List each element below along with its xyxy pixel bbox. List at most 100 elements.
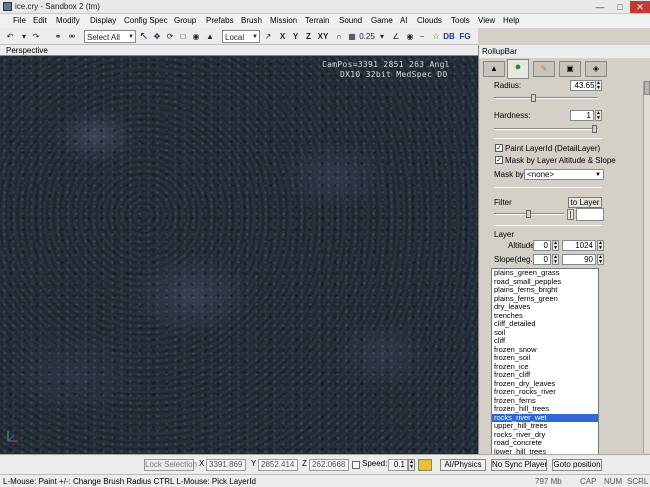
grid-size-value[interactable]: 0.25 [358,30,376,43]
tab-layers[interactable]: ◈ [585,61,607,77]
menu-prefabs[interactable]: Prefabs [206,16,234,25]
db-button[interactable]: DB [442,30,456,43]
menu-view[interactable]: View [478,16,495,25]
redo-icon[interactable]: ↷ [30,30,42,43]
coord-system-select[interactable]: Local ▼ [222,30,260,43]
chevron-down-icon: ▼ [128,34,134,40]
status-bar: Lock Selection X 3391.869 Y 2852.414 Z 2… [0,454,650,474]
menu-ai[interactable]: AI [400,16,408,25]
axis-x-button[interactable]: X [278,30,287,43]
menu-tools[interactable]: Tools [451,16,470,25]
speed-checkbox[interactable] [352,461,360,469]
filter-slider-knob[interactable] [526,210,531,218]
chevron-down-icon[interactable]: ▾ [376,30,388,43]
radius-slider[interactable] [494,94,598,102]
mask-altitude-checkbox[interactable]: ✓ [495,156,503,164]
tab-objects[interactable]: ▲ [483,61,505,77]
fg-button[interactable]: FG [458,30,472,43]
hardness-spinner[interactable]: ▲ ▼ [595,110,602,121]
axis-y-button[interactable]: Y [291,30,300,43]
axis-constrain-icon[interactable]: ↗ [262,30,274,43]
filter-color-swatch[interactable] [576,208,604,221]
undo-dropdown-icon[interactable]: ▾ [18,30,30,43]
hardness-slider[interactable] [494,125,598,133]
grid-icon[interactable]: ▦ [346,30,358,43]
mask-by-select[interactable]: <none> ▼ [524,169,604,180]
tab-display[interactable]: ▣ [559,61,581,77]
speed-input[interactable]: 0.1 [388,459,408,471]
menu-display[interactable]: Display [90,16,116,25]
render-info-readout: DX10 32bit MedSpec DO [340,70,448,79]
rollup-scroll-thumb[interactable] [644,81,650,95]
selection-mode-select[interactable]: Select All ▼ [84,30,136,43]
slope-max-input[interactable]: 90 [562,254,596,265]
menu-sound[interactable]: Sound [339,16,362,25]
select-cursor-icon[interactable]: ↖ [138,30,150,43]
tab-modeling[interactable]: ✎ [533,61,555,77]
scale-icon[interactable]: □ [177,30,189,43]
slope-max-spinner[interactable]: ▲ ▼ [597,254,604,265]
undo-icon[interactable]: ↶ [4,30,16,43]
speed-spinner[interactable]: ▲ ▼ [408,459,415,471]
lock-icon[interactable] [418,459,432,471]
tab-terrain[interactable]: ● [507,59,529,79]
menu-config-spec[interactable]: Config Spec [124,16,168,25]
rollup-scrollbar[interactable] [643,81,650,453]
viewport-name[interactable]: Perspective [6,46,48,55]
axis-xy-button[interactable]: XY [316,30,330,43]
radius-spinner[interactable]: ▲ ▼ [595,80,602,91]
menu-mission[interactable]: Mission [270,16,297,25]
close-button[interactable]: ✕ [630,1,650,13]
move-icon[interactable]: ✥ [151,30,163,43]
terrain-snap-icon[interactable]: ▲ [204,30,216,43]
perspective-viewport[interactable]: CamPos=3391 2851 263 Angl DX10 32bit Med… [0,56,478,454]
snap-icon[interactable]: ◉ [190,30,202,43]
magnet-icon[interactable]: ∩ [333,30,345,43]
hardness-input[interactable]: 1 [570,110,594,121]
menu-game[interactable]: Game [371,16,393,25]
altitude-min-input[interactable]: 0 [533,240,551,251]
hardness-slider-knob[interactable] [592,125,597,133]
axis-z-button[interactable]: Z [304,30,313,43]
lock-selection-button[interactable]: Lock Selection [144,459,197,471]
filter-slider[interactable] [494,210,564,218]
menu-clouds[interactable]: Clouds [417,16,442,25]
num-indicator: NUM [604,477,623,486]
slope-min-spinner[interactable]: ▲ ▼ [552,254,559,265]
layer-list-item[interactable]: cliff_detailed [492,319,598,329]
y-coord-input[interactable]: 2852.414 [258,459,298,471]
maximize-button[interactable]: □ [611,1,629,13]
to-layer-button[interactable]: to Layer [568,197,602,208]
paint-layer-checkbox[interactable]: ✓ [495,144,503,152]
filter-label: Filter [494,198,512,207]
no-sync-player-button[interactable]: No Sync Player [491,459,547,471]
ai-physics-button[interactable]: AI/Physics [440,459,486,471]
unlink-icon[interactable]: ⚮ [66,30,78,43]
rotate-icon[interactable]: ⟳ [164,30,176,43]
menu-terrain[interactable]: Terrain [305,16,329,25]
angle-snap-icon[interactable]: ∠ [390,30,402,43]
menu-brush[interactable]: Brush [241,16,262,25]
filter-reset-button[interactable]: | [567,209,574,220]
menu-help[interactable]: Help [503,16,519,25]
player-icon[interactable]: ☆ [430,30,442,43]
altitude-max-input[interactable]: 1024 [562,240,596,251]
layer-list[interactable]: plains_green_grass road_small_pepples plai… [491,268,599,454]
minimize-button[interactable]: — [591,1,609,13]
axis-gizmo-icon [7,431,18,442]
x-coord-input[interactable]: 3391.869 [206,459,246,471]
link-icon[interactable]: ⚭ [52,30,64,43]
layer-list-item[interactable]: soil [492,328,598,338]
camera-icon[interactable]: ◉ [404,30,416,43]
altitude-max-spinner[interactable]: ▲ ▼ [597,240,604,251]
menu-group[interactable]: Group [174,16,196,25]
slope-min-input[interactable]: 0 [533,254,551,265]
menu-modify[interactable]: Modify [56,16,80,25]
ruler-icon[interactable]: ⎯ [416,30,428,43]
altitude-min-spinner[interactable]: ▲ ▼ [552,240,559,251]
menu-edit[interactable]: Edit [33,16,47,25]
menu-file[interactable]: File [13,16,26,25]
radius-slider-knob[interactable] [531,94,536,102]
goto-position-button[interactable]: Goto position [552,459,602,471]
z-coord-input[interactable]: 262.0668 [309,459,349,471]
